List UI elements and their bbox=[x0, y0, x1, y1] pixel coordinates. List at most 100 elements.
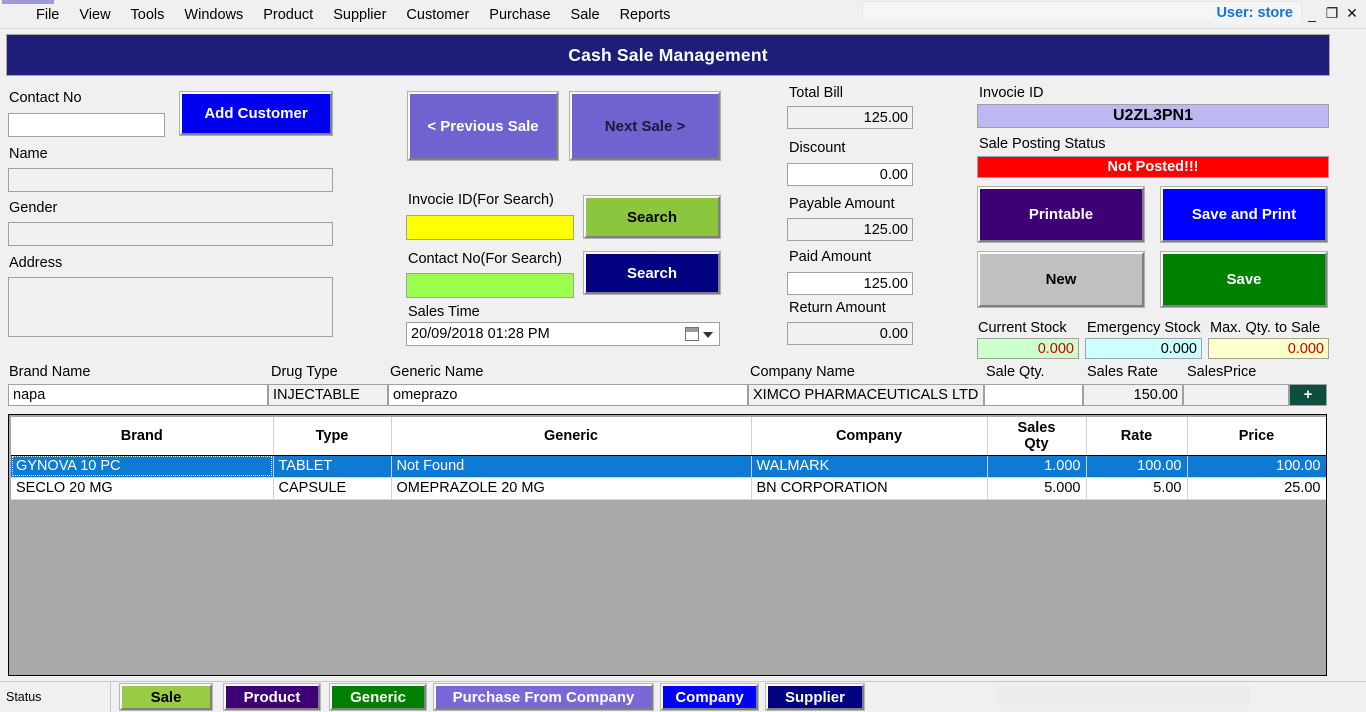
menu-item-sale[interactable]: Sale bbox=[561, 4, 610, 26]
col-header-rate[interactable]: Rate bbox=[1086, 417, 1188, 456]
shortcut-purchase-from-company-button[interactable]: Purchase From Company bbox=[433, 683, 654, 711]
col-header-sales-qty-line1: Sales bbox=[1017, 419, 1056, 436]
entry-input-sales-price[interactable] bbox=[1183, 384, 1289, 406]
cell-sales-qty[interactable]: 5.000 bbox=[987, 477, 1087, 500]
close-icon[interactable]: ✕ bbox=[1342, 3, 1362, 25]
cell-generic[interactable]: Not Found bbox=[391, 455, 752, 478]
cell-brand[interactable]: GYNOVA 10 PC bbox=[11, 455, 274, 478]
col-header-type[interactable]: Type bbox=[273, 417, 392, 456]
sales-time-label: Sales Time bbox=[408, 304, 480, 320]
col-header-price[interactable]: Price bbox=[1187, 417, 1326, 456]
sales-time-input[interactable]: 20/09/2018 01:28 PM bbox=[406, 322, 720, 346]
save-button[interactable]: Save bbox=[1160, 251, 1328, 308]
sales-time-value: 20/09/2018 01:28 PM bbox=[411, 326, 550, 342]
total-bill-value: 125.00 bbox=[787, 106, 913, 129]
menu-item-reports[interactable]: Reports bbox=[610, 4, 681, 26]
current-stock-value: 0.000 bbox=[977, 338, 1079, 359]
name-input[interactable] bbox=[8, 168, 333, 192]
cell-rate[interactable]: 100.00 bbox=[1086, 455, 1188, 478]
table-row[interactable]: SECLO 20 MG CAPSULE OMEPRAZOLE 20 MG BN … bbox=[11, 477, 1326, 500]
menu-item-supplier[interactable]: Supplier bbox=[323, 4, 396, 26]
menu-item-purchase[interactable]: Purchase bbox=[479, 4, 560, 26]
gender-input[interactable] bbox=[8, 222, 333, 246]
invoice-search-input[interactable] bbox=[406, 215, 574, 240]
cell-brand[interactable]: SECLO 20 MG bbox=[11, 477, 274, 500]
address-input[interactable] bbox=[8, 277, 333, 337]
table-row[interactable]: GYNOVA 10 PC TABLET Not Found WALMARK 1.… bbox=[11, 455, 1326, 478]
menu-item-list: File View Tools Windows Product Supplier… bbox=[26, 0, 680, 29]
cell-sales-qty[interactable]: 1.000 bbox=[987, 455, 1087, 478]
max-qty-value: 0.000 bbox=[1208, 338, 1329, 359]
shortcut-product-button[interactable]: Product bbox=[223, 683, 321, 711]
discount-input[interactable]: 0.00 bbox=[787, 163, 913, 186]
posting-status-label: Sale Posting Status bbox=[979, 136, 1106, 152]
shortcut-generic-button[interactable]: Generic bbox=[329, 683, 427, 711]
col-header-sales-qty-line2: Qty bbox=[1024, 435, 1049, 452]
new-button[interactable]: New bbox=[977, 251, 1145, 308]
chevron-down-icon[interactable] bbox=[703, 332, 713, 338]
status-bar: Status Sale Product Generic Purchase Fro… bbox=[0, 681, 1366, 712]
contact-search-label: Contact No(For Search) bbox=[408, 251, 562, 267]
contact-search-input[interactable] bbox=[406, 273, 574, 298]
user-label: User: store bbox=[1211, 3, 1298, 24]
cell-company[interactable]: WALMARK bbox=[751, 455, 988, 478]
entry-input-drug-type[interactable]: INJECTABLE bbox=[268, 384, 388, 406]
menu-item-windows[interactable]: Windows bbox=[174, 4, 253, 26]
col-header-brand[interactable]: Brand bbox=[11, 417, 274, 456]
discount-label: Discount bbox=[789, 140, 846, 156]
menu-item-product[interactable]: Product bbox=[253, 4, 323, 26]
menu-item-file[interactable]: File bbox=[26, 4, 69, 26]
next-sale-button[interactable]: Next Sale > bbox=[569, 91, 721, 161]
menu-item-customer[interactable]: Customer bbox=[396, 4, 479, 26]
contact-no-label: Contact No bbox=[9, 90, 82, 106]
restore-icon[interactable]: ❐ bbox=[1322, 3, 1342, 25]
minimize-icon[interactable]: _ bbox=[1302, 3, 1322, 25]
entry-input-sale-qty[interactable] bbox=[984, 384, 1083, 406]
col-header-generic[interactable]: Generic bbox=[391, 417, 752, 456]
menu-item-view[interactable]: View bbox=[69, 4, 120, 26]
col-header-sales-qty[interactable]: Sales Qty bbox=[987, 417, 1087, 456]
printable-button[interactable]: Printable bbox=[977, 186, 1145, 243]
paid-amount-input[interactable]: 125.00 bbox=[787, 272, 913, 295]
contact-search-button[interactable]: Search bbox=[583, 251, 721, 295]
save-and-print-button[interactable]: Save and Print bbox=[1160, 186, 1328, 243]
sales-items-grid-inner: Brand Type Generic Company Sales Qty Rat… bbox=[11, 417, 1326, 500]
emergency-stock-value: 0.000 bbox=[1085, 338, 1202, 359]
entry-header-drug-type: Drug Type bbox=[271, 364, 338, 380]
contact-no-input[interactable] bbox=[8, 113, 165, 137]
menu-item-tools[interactable]: Tools bbox=[121, 4, 175, 26]
entry-header-sale-qty: Sale Qty. bbox=[986, 364, 1045, 380]
shortcut-company-button[interactable]: Company bbox=[660, 683, 759, 711]
invoice-search-button[interactable]: Search bbox=[583, 195, 721, 239]
page-title: Cash Sale Management bbox=[568, 44, 768, 65]
cell-type[interactable]: CAPSULE bbox=[273, 477, 392, 500]
calendar-icon[interactable] bbox=[685, 327, 699, 341]
add-product-button[interactable]: + bbox=[1289, 384, 1327, 406]
entry-input-generic-name[interactable]: omeprazo bbox=[388, 384, 748, 406]
shortcut-supplier-button[interactable]: Supplier bbox=[765, 683, 865, 711]
return-amount-label: Return Amount bbox=[789, 300, 886, 316]
gender-label: Gender bbox=[9, 200, 58, 216]
status-bar-separator bbox=[110, 682, 111, 712]
sales-items-table: Brand Type Generic Company Sales Qty Rat… bbox=[11, 417, 1326, 500]
cell-rate[interactable]: 5.00 bbox=[1086, 477, 1188, 500]
add-customer-button[interactable]: Add Customer bbox=[179, 91, 333, 136]
entry-header-brand-name: Brand Name bbox=[9, 364, 91, 380]
cell-price[interactable]: 100.00 bbox=[1187, 455, 1326, 478]
entry-input-sales-rate[interactable]: 150.00 bbox=[1083, 384, 1183, 406]
total-bill-label: Total Bill bbox=[789, 85, 843, 101]
sales-items-grid[interactable]: Brand Type Generic Company Sales Qty Rat… bbox=[8, 414, 1327, 676]
status-bar-label: Status bbox=[6, 690, 42, 704]
max-qty-label: Max. Qty. to Sale bbox=[1210, 320, 1321, 336]
table-body: GYNOVA 10 PC TABLET Not Found WALMARK 1.… bbox=[11, 455, 1326, 500]
cell-price[interactable]: 25.00 bbox=[1187, 477, 1326, 500]
entry-input-company-name[interactable]: XIMCO PHARMACEUTICALS LTD bbox=[748, 384, 984, 406]
entry-input-brand-name[interactable]: napa bbox=[8, 384, 268, 406]
cell-generic[interactable]: OMEPRAZOLE 20 MG bbox=[391, 477, 752, 500]
shortcut-sale-button[interactable]: Sale bbox=[119, 683, 213, 711]
col-header-company[interactable]: Company bbox=[751, 417, 988, 456]
cell-type[interactable]: TABLET bbox=[273, 455, 392, 478]
cell-company[interactable]: BN CORPORATION bbox=[751, 477, 988, 500]
previous-sale-button[interactable]: < Previous Sale bbox=[407, 91, 559, 161]
page-header: Cash Sale Management bbox=[6, 34, 1330, 76]
